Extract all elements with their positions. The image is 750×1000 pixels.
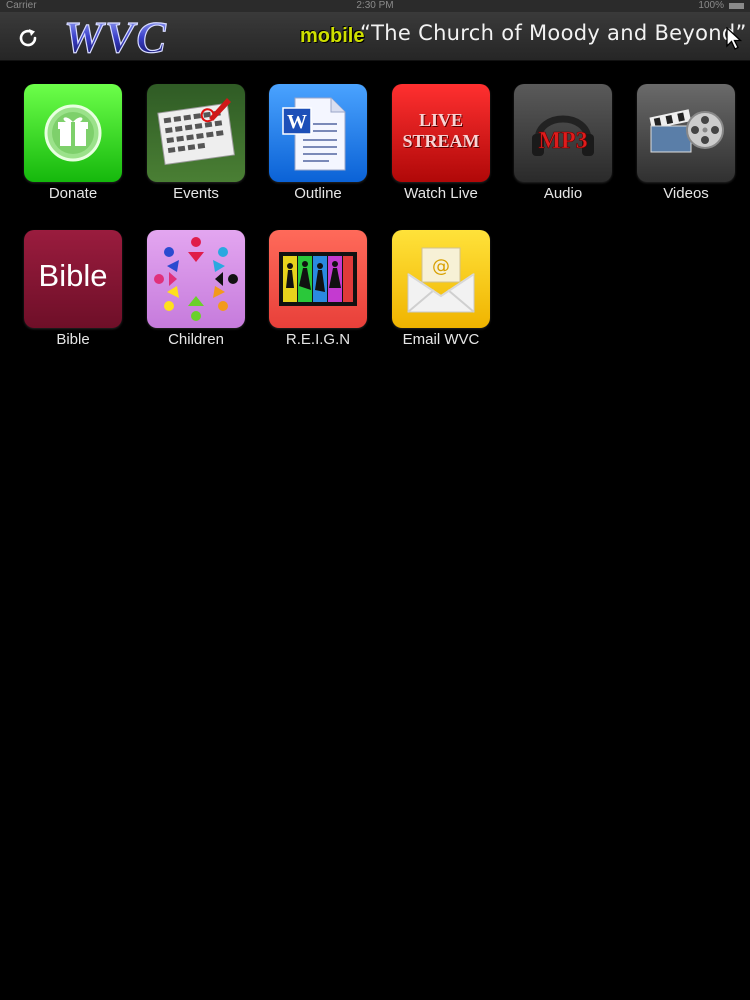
donate-icon-box	[24, 84, 122, 182]
gift-icon	[44, 104, 102, 162]
email-icon: @	[407, 247, 475, 313]
outline-label: Outline	[294, 185, 342, 202]
svg-text:@: @	[432, 256, 450, 277]
children-label: Children	[168, 331, 224, 348]
nav-bar: WVC mobile “The Church of Moody and Beyo…	[0, 12, 750, 63]
battery-percent: 100%	[698, 0, 724, 11]
svg-text:W: W	[287, 111, 307, 133]
videos-tile[interactable]: Videos	[631, 84, 741, 202]
reign-icon-box	[269, 230, 367, 328]
bible-icon: Bible	[24, 230, 122, 328]
videos-icon-box	[637, 84, 735, 182]
mp3-headphones-icon: MP3	[532, 115, 594, 156]
children-circle-icon	[154, 237, 238, 321]
audio-label: Audio	[543, 185, 583, 202]
battery-icon	[729, 3, 744, 9]
children-tile[interactable]: Children	[141, 230, 251, 348]
word-document-icon: W	[282, 97, 346, 171]
logo-text: WVC	[64, 14, 168, 58]
status-time: 2:30 PM	[356, 0, 394, 11]
email-icon-box: @	[392, 230, 490, 328]
status-bar: Carrier 2:30 PM 100%	[0, 0, 750, 12]
tagline: “The Church of Moody and Beyond”	[360, 21, 747, 45]
calendar-icon	[157, 98, 235, 166]
watch-live-label: Watch Live	[404, 185, 478, 202]
outline-tile[interactable]: W Outline	[263, 84, 373, 202]
videos-label: Videos	[663, 185, 709, 202]
wvc-mobile-logo: WVC mobile	[60, 12, 364, 62]
email-wvc-tile[interactable]: @ Email WVC	[386, 230, 496, 348]
live-stream-text: LIVE STREAM	[402, 110, 480, 151]
bible-label: Bible	[56, 331, 90, 348]
mouse-cursor-icon	[726, 27, 742, 50]
logo-subtext: mobile	[300, 25, 365, 47]
audio-icon-box: MP3	[514, 84, 612, 182]
bible-icon-text: Bible	[38, 258, 108, 293]
outline-icon-box: W	[269, 84, 367, 182]
logo-graphic: WVC	[63, 12, 168, 62]
email-wvc-label: Email WVC	[402, 331, 480, 348]
watch-live-tile[interactable]: LIVE STREAM Watch Live	[386, 84, 496, 202]
audio-tile[interactable]: MP3 Audio	[508, 84, 618, 202]
reign-label: R.E.I.G.N	[285, 331, 351, 348]
live-stream-icon: LIVE STREAM	[392, 84, 490, 182]
donate-label: Donate	[48, 185, 98, 202]
bible-tile[interactable]: Bible Bible	[18, 230, 128, 348]
reign-tile[interactable]: R.E.I.G.N	[263, 230, 373, 348]
children-icon-box	[147, 230, 245, 328]
refresh-button[interactable]	[12, 22, 44, 54]
refresh-icon	[19, 29, 37, 47]
events-icon-box	[147, 84, 245, 182]
events-label: Events	[173, 185, 219, 202]
mp3-text: MP3	[538, 128, 587, 154]
dancers-icon	[279, 252, 357, 306]
donate-tile[interactable]: Donate	[18, 84, 128, 202]
film-reel-icon	[649, 109, 724, 153]
events-tile[interactable]: Events	[141, 84, 251, 202]
